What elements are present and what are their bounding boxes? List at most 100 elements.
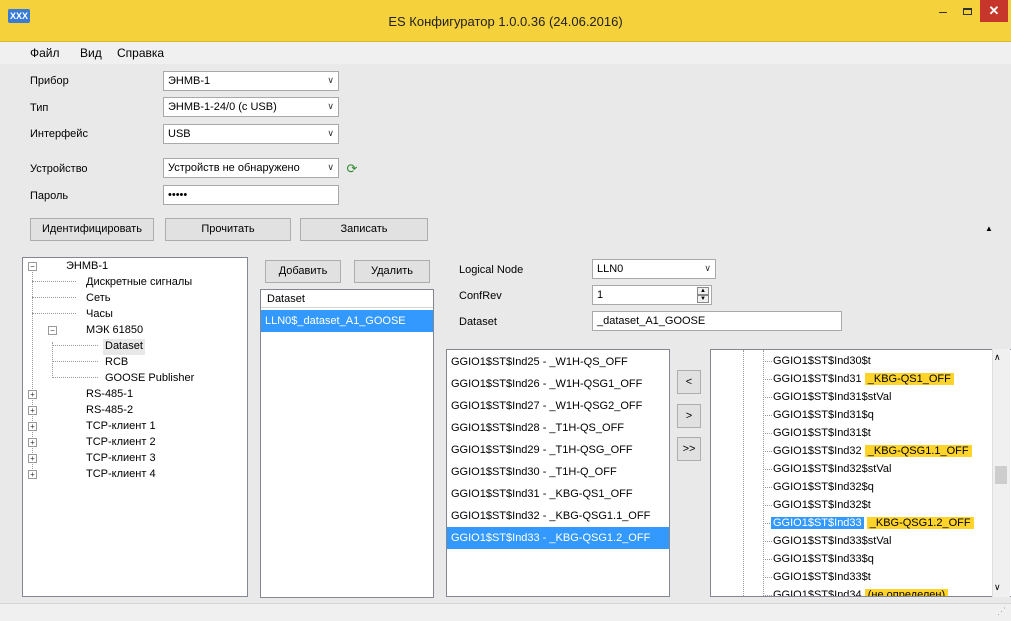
tree-item-selected[interactable]: Dataset bbox=[103, 339, 145, 355]
interface-value: USB bbox=[168, 128, 191, 140]
chevron-down-icon: ∨ bbox=[327, 101, 334, 111]
expand-icon[interactable]: + bbox=[28, 470, 37, 479]
scroll-up-icon[interactable]: ∧ bbox=[994, 352, 1001, 363]
collapse-icon[interactable]: − bbox=[28, 262, 37, 271]
interface-combo[interactable]: USB ∨ bbox=[163, 124, 339, 144]
device-combo[interactable]: ЭНМВ-1 ∨ bbox=[163, 71, 339, 91]
tree-item[interactable]: TCP-клиент 2 bbox=[86, 435, 156, 451]
expand-icon[interactable]: + bbox=[28, 406, 37, 415]
tree-item[interactable]: Часы bbox=[86, 307, 113, 323]
list-item[interactable]: GGIO1$ST$Ind25 - _W1H-QS_OFF bbox=[447, 351, 669, 373]
device-label: Прибор bbox=[30, 75, 69, 87]
password-label: Пароль bbox=[30, 190, 69, 202]
list-item[interactable]: GGIO1$ST$Ind31 - _KBG-QS1_OFF bbox=[447, 483, 669, 505]
tree-item[interactable]: RS-485-1 bbox=[86, 387, 133, 403]
menu-view[interactable]: Вид bbox=[80, 46, 102, 60]
tree-item[interactable]: GGIO1$ST$Ind34 (не определен) bbox=[773, 586, 949, 596]
type-label: Тип bbox=[30, 102, 49, 114]
expand-icon[interactable]: + bbox=[28, 390, 37, 399]
confrev-value: 1 bbox=[597, 289, 604, 301]
signal-tag: _KBG-QSG1.1_OFF bbox=[864, 445, 972, 457]
tree-item[interactable]: GOOSE Publisher bbox=[105, 371, 194, 387]
signal-tag: _KBG-QS1_OFF bbox=[864, 373, 954, 385]
signal-tag: (не определен) bbox=[864, 589, 949, 596]
confrev-input[interactable]: 1 ▲ ▼ bbox=[592, 285, 712, 305]
list-item[interactable]: GGIO1$ST$Ind26 - _W1H-QSG1_OFF bbox=[447, 373, 669, 395]
list-item-selected[interactable]: GGIO1$ST$Ind33 - _KBG-QSG1.2_OFF bbox=[447, 527, 669, 549]
interface-label: Интерфейс bbox=[30, 128, 88, 140]
refresh-icon[interactable]: ⟳ bbox=[345, 162, 359, 176]
list-item[interactable]: GGIO1$ST$Ind29 - _T1H-QSG_OFF bbox=[447, 439, 669, 461]
minimize-button[interactable]: – bbox=[931, 2, 955, 22]
tree-item[interactable]: GGIO1$ST$Ind32$stVal bbox=[773, 460, 891, 478]
list-item[interactable]: GGIO1$ST$Ind32 - _KBG-QSG1.1_OFF bbox=[447, 505, 669, 527]
expand-icon[interactable]: + bbox=[28, 454, 37, 463]
expand-icon[interactable]: + bbox=[28, 438, 37, 447]
tree-item[interactable]: Дискретные сигналы bbox=[86, 275, 192, 291]
move-right-button[interactable]: > bbox=[677, 404, 701, 428]
list-item[interactable]: GGIO1$ST$Ind27 - _W1H-QSG2_OFF bbox=[447, 395, 669, 417]
list-item[interactable]: GGIO1$ST$Ind30 - _T1H-Q_OFF bbox=[447, 461, 669, 483]
tree-item[interactable]: МЭК 61850 bbox=[86, 323, 143, 339]
tree-item[interactable]: TCP-клиент 1 bbox=[86, 419, 156, 435]
tree-item[interactable]: GGIO1$ST$Ind33$q bbox=[773, 550, 874, 568]
confrev-label: ConfRev bbox=[459, 290, 502, 302]
menu-bar: Файл Вид Справка bbox=[0, 42, 1011, 64]
type-combo[interactable]: ЭНМВ-1-24/0 (с USB) ∨ bbox=[163, 97, 339, 117]
logical-node-label: Logical Node bbox=[459, 264, 524, 276]
maximize-icon bbox=[962, 8, 972, 15]
dataset-name-input[interactable]: _dataset_A1_GOOSE bbox=[592, 311, 842, 331]
resize-grip-icon[interactable]: ⋰ bbox=[997, 606, 1006, 617]
scrollbar-thumb[interactable] bbox=[995, 466, 1007, 484]
tree-item[interactable]: TCP-клиент 4 bbox=[86, 467, 156, 483]
dataset-list[interactable]: Dataset LLN0$_dataset_A1_GOOSE bbox=[260, 289, 434, 598]
navigation-tree[interactable]: − ЭНМВ-1 Дискретные сигналы Сеть Часы − … bbox=[22, 257, 248, 597]
close-button[interactable]: ✕ bbox=[980, 0, 1008, 22]
collapse-icon[interactable]: ▲ bbox=[985, 224, 993, 233]
tree-item[interactable]: GGIO1$ST$Ind33$stVal bbox=[773, 532, 891, 550]
move-left-button[interactable]: < bbox=[677, 370, 701, 394]
dataset-members-list[interactable]: GGIO1$ST$Ind25 - _W1H-QS_OFF GGIO1$ST$In… bbox=[446, 349, 670, 597]
tree-item[interactable]: Сеть bbox=[86, 291, 110, 307]
tree-item[interactable]: GGIO1$ST$Ind31$t bbox=[773, 424, 871, 442]
collapse-icon[interactable]: − bbox=[48, 326, 57, 335]
menu-help[interactable]: Справка bbox=[117, 46, 164, 60]
signals-tree[interactable]: GGIO1$ST$Ind30$t GGIO1$ST$Ind31 _KBG-QS1… bbox=[710, 349, 1011, 597]
chevron-down-icon: ∨ bbox=[327, 75, 334, 85]
tree-item-selected[interactable]: GGIO1$ST$Ind33 _KBG-QSG1.2_OFF bbox=[771, 514, 974, 532]
device-value: ЭНМВ-1 bbox=[168, 75, 211, 87]
tree-item[interactable]: GGIO1$ST$Ind32 _KBG-QSG1.1_OFF bbox=[773, 442, 972, 460]
add-button[interactable]: Добавить bbox=[265, 260, 341, 283]
tree-item[interactable]: GGIO1$ST$Ind31 _KBG-QS1_OFF bbox=[773, 370, 954, 388]
write-button[interactable]: Записать bbox=[300, 218, 428, 241]
spin-down-icon[interactable]: ▼ bbox=[697, 295, 709, 303]
tree-item[interactable]: GGIO1$ST$Ind30$t bbox=[773, 352, 871, 370]
unit-combo[interactable]: Устройств не обнаружено ∨ bbox=[163, 158, 339, 178]
chevron-down-icon: ∨ bbox=[327, 162, 334, 172]
delete-button[interactable]: Удалить bbox=[354, 260, 430, 283]
tree-item[interactable]: GGIO1$ST$Ind31$q bbox=[773, 406, 874, 424]
chevron-down-icon: ∨ bbox=[327, 128, 334, 138]
spin-up-icon[interactable]: ▲ bbox=[697, 287, 709, 295]
tree-item-root[interactable]: ЭНМВ-1 bbox=[66, 259, 108, 275]
tree-item[interactable]: RCB bbox=[105, 355, 128, 371]
window-title: ES Конфигуратор 1.0.0.36 (24.06.2016) bbox=[388, 14, 623, 29]
tree-item[interactable]: GGIO1$ST$Ind33$t bbox=[773, 568, 871, 586]
tree-item[interactable]: GGIO1$ST$Ind31$stVal bbox=[773, 388, 891, 406]
read-button[interactable]: Прочитать bbox=[165, 218, 291, 241]
password-input[interactable]: ••••• bbox=[163, 185, 339, 205]
tree-item[interactable]: RS-485-2 bbox=[86, 403, 133, 419]
move-all-right-button[interactable]: >> bbox=[677, 437, 701, 461]
list-item[interactable]: GGIO1$ST$Ind28 - _T1H-QS_OFF bbox=[447, 417, 669, 439]
dataset-list-item-selected[interactable]: LLN0$_dataset_A1_GOOSE bbox=[261, 310, 433, 332]
menu-file[interactable]: Файл bbox=[30, 46, 60, 60]
identify-button[interactable]: Идентифицировать bbox=[30, 218, 154, 241]
type-value: ЭНМВ-1-24/0 (с USB) bbox=[168, 101, 277, 113]
logical-node-combo[interactable]: LLN0 ∨ bbox=[592, 259, 716, 279]
tree-item[interactable]: GGIO1$ST$Ind32$q bbox=[773, 478, 874, 496]
expand-icon[interactable]: + bbox=[28, 422, 37, 431]
scroll-down-icon[interactable]: ∨ bbox=[994, 582, 1001, 593]
tree-item[interactable]: TCP-клиент 3 bbox=[86, 451, 156, 467]
maximize-button[interactable] bbox=[955, 2, 979, 22]
tree-item[interactable]: GGIO1$ST$Ind32$t bbox=[773, 496, 871, 514]
